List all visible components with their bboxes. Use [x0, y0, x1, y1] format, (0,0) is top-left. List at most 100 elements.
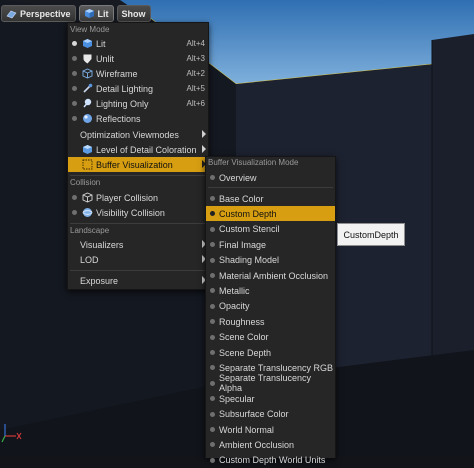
lit-cube-icon [84, 9, 94, 18]
radio-icon [210, 396, 215, 402]
menu-item-unlit[interactable]: Unlit Alt+3 [68, 51, 208, 66]
submenu-item[interactable]: Scene Depth [206, 345, 335, 360]
submenu-item-label: Roughness [219, 316, 265, 327]
radio-icon [72, 101, 77, 106]
lit-cube-icon [83, 39, 92, 48]
visibility-collision-icon [82, 208, 93, 217]
menu-item-lod[interactable]: LOD [68, 252, 208, 267]
menu-item-label: Level of Detail Coloration [96, 144, 197, 155]
radio-icon [210, 242, 215, 248]
submenu-item-label: World Normal [219, 424, 274, 435]
radio-icon [210, 319, 215, 325]
menu-item-lighting-only[interactable]: Lighting Only Alt+6 [68, 96, 208, 111]
menu-item-label: Player Collision [96, 192, 159, 203]
show-label: Show [121, 8, 146, 19]
menu-item-player-collision[interactable]: Player Collision [68, 190, 208, 205]
menu-item-wireframe[interactable]: Wireframe Alt+2 [68, 66, 208, 81]
radio-icon [210, 257, 215, 263]
submenu-item[interactable]: Separate Translucency Alpha [206, 373, 335, 393]
submenu-item[interactable]: Opacity [206, 299, 335, 314]
radio-icon [210, 411, 215, 417]
submenu-item[interactable]: Subsurface Color [206, 407, 335, 422]
submenu-header: Buffer Visualization Mode [208, 158, 299, 167]
perspective-label: Perspective [20, 8, 71, 19]
detail-lighting-icon [83, 83, 93, 93]
radio-icon [210, 457, 215, 463]
view-mode-menu: View Mode Lit Alt+4 Unlit Alt+3 Wirefram… [67, 22, 209, 290]
menu-item-label: Detail Lighting [96, 83, 154, 94]
submenu-item[interactable]: Custom Depth World Units [206, 453, 335, 468]
submenu-item-label: Metallic [219, 285, 250, 296]
radio-icon [210, 288, 215, 294]
menu-item-detail-lighting[interactable]: Detail Lighting Alt+5 [68, 81, 208, 96]
menu-item-label: Buffer Visualization [96, 159, 173, 170]
menu-item-label: Visualizers [80, 239, 124, 250]
submenu-item-label: Custom Stencil [219, 224, 280, 235]
submenu-item-label: Separate Translucency RGB [219, 362, 334, 373]
section-landscape: Landscape [70, 226, 110, 235]
submenu-item[interactable]: Metallic [206, 283, 335, 298]
menu-item-reflections[interactable]: Reflections [68, 111, 208, 126]
menu-item-label: Lit [96, 38, 106, 49]
submenu-item-overview[interactable]: Overview [206, 170, 335, 185]
tooltip: CustomDepth [337, 223, 405, 246]
viewport-toolbar: Perspective Lit Show [1, 5, 151, 22]
submenu-item-label: Scene Color [219, 332, 269, 343]
menu-item-visualizers[interactable]: Visualizers [68, 237, 208, 252]
menu-divider [70, 270, 206, 271]
view-mode-button[interactable]: Lit [78, 5, 114, 22]
menu-item-label: Unlit [96, 53, 115, 64]
submenu-item[interactable]: World Normal [206, 422, 335, 437]
section-view-mode: View Mode [70, 25, 110, 34]
shortcut-label: Alt+6 [186, 99, 205, 108]
submenu-item-label: Subsurface Color [219, 409, 289, 420]
submenu-item[interactable]: Shading Model [206, 253, 335, 268]
radio-icon [210, 380, 215, 386]
menu-item-lit[interactable]: Lit Alt+4 [68, 36, 208, 51]
section-collision: Collision [70, 178, 101, 187]
menu-item-label: Exposure [80, 275, 119, 286]
submenu-item[interactable]: Custom Depth [206, 206, 335, 222]
menu-item-visibility-collision[interactable]: Visibility Collision [68, 205, 208, 220]
perspective-button[interactable]: Perspective [1, 5, 76, 22]
radio-icon [210, 226, 215, 232]
buffer-visualization-icon [82, 159, 93, 170]
submenu-item[interactable]: Final Image [206, 237, 335, 252]
buffer-visualization-submenu: Buffer Visualization Mode Overview Base … [205, 156, 336, 465]
menu-item-buffer-visualization[interactable]: Buffer Visualization [68, 157, 208, 172]
menu-divider [208, 187, 333, 188]
radio-icon [72, 56, 77, 61]
radio-icon [72, 71, 77, 76]
submenu-item[interactable]: Scene Color [206, 330, 335, 345]
radio-icon [210, 303, 215, 309]
submenu-item[interactable]: Material Ambient Occlusion [206, 268, 335, 283]
view-mode-label: Lit [97, 8, 109, 19]
shortcut-label: Alt+3 [186, 54, 205, 63]
submenu-item[interactable]: Base Color [206, 191, 335, 206]
wireframe-cube-icon [82, 68, 93, 79]
reflections-sphere-icon [83, 114, 92, 123]
menu-item-lod-coloration[interactable]: Level of Detail Coloration [68, 142, 208, 157]
radio-icon [210, 196, 215, 201]
radio-icon [210, 350, 215, 355]
radio-icon [72, 86, 77, 91]
radio-icon [210, 442, 215, 448]
shortcut-label: Alt+2 [186, 69, 205, 78]
submenu-item[interactable]: Ambient Occlusion [206, 437, 335, 452]
menu-item-exposure[interactable]: Exposure [68, 273, 208, 288]
menu-item-label: LOD [80, 254, 99, 265]
menu-item-optimization-viewmodes[interactable]: Optimization Viewmodes [68, 127, 208, 142]
shortcut-label: Alt+5 [186, 84, 205, 93]
submenu-arrow-icon [202, 130, 206, 138]
unlit-shield-icon [83, 54, 92, 64]
radio-icon [72, 195, 77, 200]
submenu-item-label: Scene Depth [219, 347, 272, 358]
submenu-item[interactable]: Custom Stencil [206, 222, 335, 237]
radio-selected-icon [72, 41, 77, 46]
show-button[interactable]: Show [116, 5, 151, 22]
submenu-item-label: Shading Model [219, 255, 280, 266]
submenu-item[interactable]: Specular [206, 391, 335, 406]
submenu-item[interactable]: Roughness [206, 314, 335, 329]
menu-item-label: Wireframe [96, 68, 138, 79]
submenu-item-label: Final Image [219, 239, 267, 250]
